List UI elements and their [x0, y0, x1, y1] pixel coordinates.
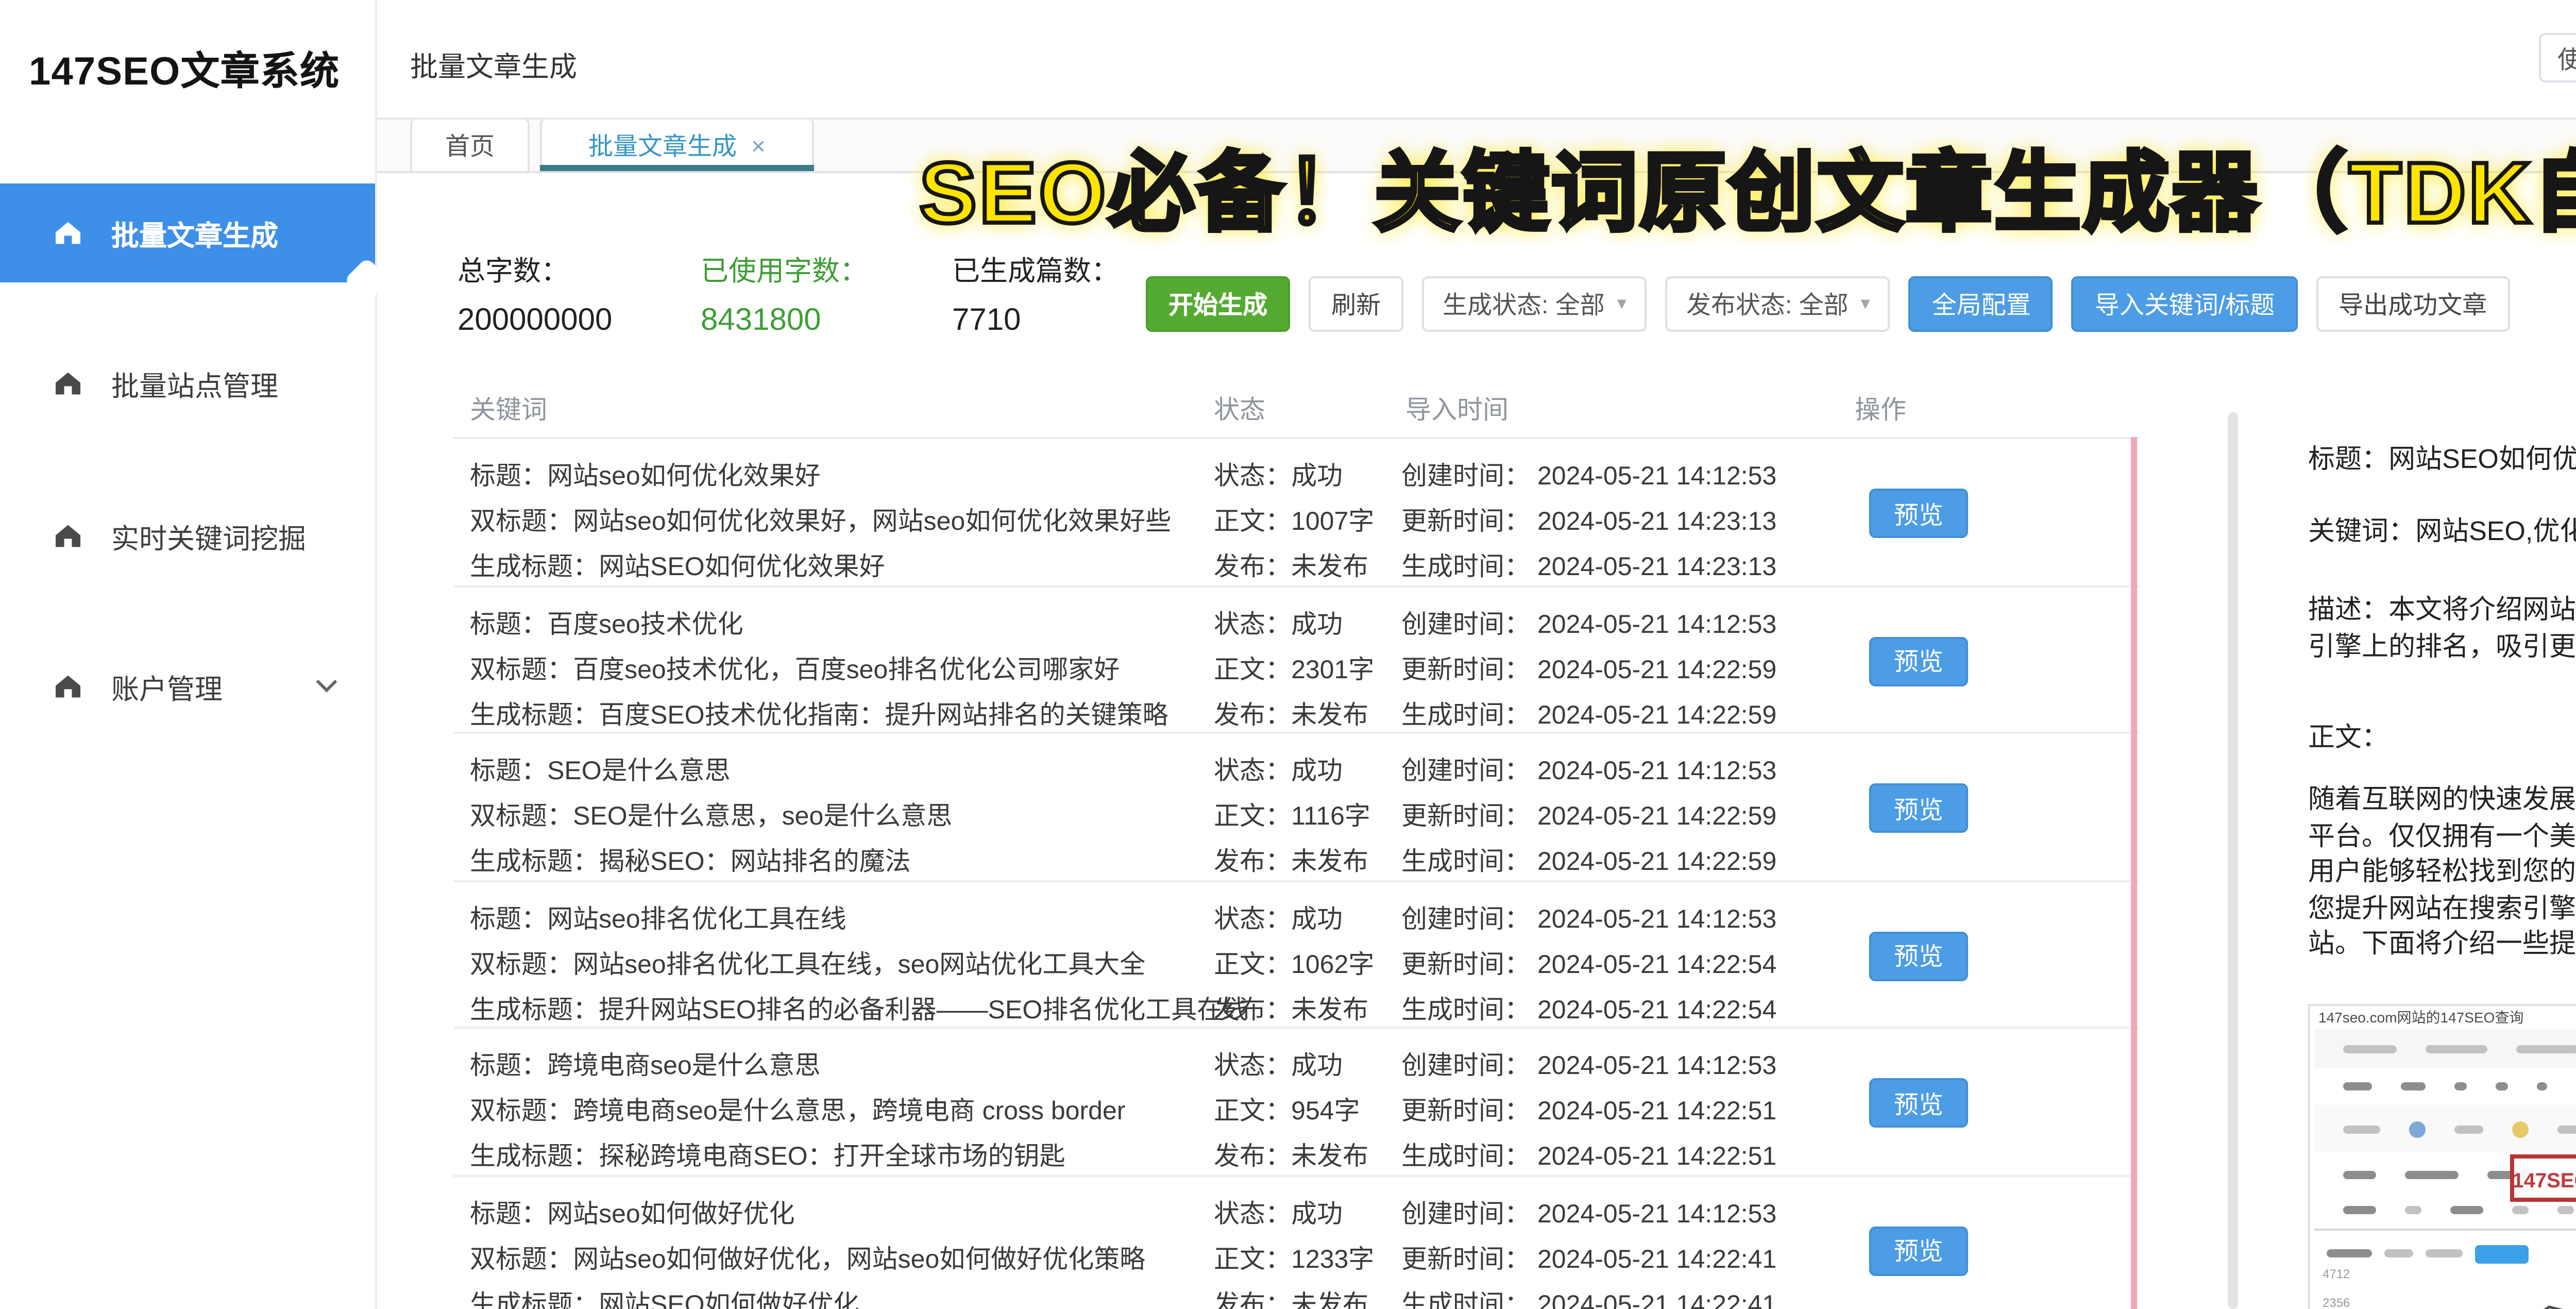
home-icon	[56, 675, 80, 698]
home-icon	[56, 525, 80, 547]
stat-value: 200000000	[457, 303, 613, 338]
start-generate-button[interactable]: 开始生成	[1146, 276, 1291, 332]
chart-tab-button[interactable]	[2475, 1244, 2529, 1263]
trend-chart-left	[2543, 1305, 2563, 1309]
home-icon	[56, 222, 80, 244]
preview-body-label: 正文：	[2308, 721, 2389, 752]
mini-metric-icons-row	[2314, 1105, 2576, 1152]
preview-title-line: 标题：网站SEO如何优化效果好	[2308, 443, 2576, 474]
col-header-status: 状态	[1214, 396, 1266, 425]
publish-status-select[interactable]: 发布状态: 全部 ▾	[1665, 276, 1891, 332]
tab-batch-article[interactable]: 批量文章生成 ×	[540, 118, 814, 171]
preview-button[interactable]: 预览	[1869, 783, 1968, 833]
table-row: 标题：网站seo如何做好优化 双标题：网站seo如何做好优化，网站seo如何做好…	[453, 1174, 2139, 1309]
sidebar: 147SEO文章系统 批量文章生成 批量站点管理 实时关键词挖掘 账户管理	[0, 0, 377, 1309]
toolbar: 开始生成 刷新 生成状态: 全部 ▾ 发布状态: 全部 ▾ 全局配置 导入关键词/标…	[1146, 276, 2510, 332]
app-window: 147SEO文章系统 批量文章生成 批量站点管理 实时关键词挖掘 账户管理 批量…	[0, 0, 2576, 1309]
preview-button[interactable]: 预览	[1869, 931, 1968, 980]
chart-header-left	[2327, 1243, 2529, 1264]
table-row: 标题：网站seo排名优化工具在线 双标题：网站seo排名优化工具在线，seo网站…	[453, 879, 2139, 1027]
import-keywords-button[interactable]: 导入关键词/标题	[2072, 276, 2298, 332]
sidebar-item-1[interactable]: 批量文章生成	[0, 183, 375, 282]
stat-label: 已使用字数：	[701, 256, 868, 287]
baidu-icon	[2409, 1120, 2426, 1137]
table-row: 标题：百度seo技术优化 双标题：百度seo技术优化，百度seo排名优化公司哪家…	[453, 584, 2139, 732]
sidebar-item-label: 实时关键词挖掘	[111, 524, 306, 555]
stat-label: 已生成篇数：	[952, 256, 1119, 287]
home-icon	[56, 372, 80, 395]
export-success-button[interactable]: 导出成功文章	[2316, 276, 2510, 332]
stat-generated-count: 已生成篇数： 7710	[952, 247, 1119, 338]
case-study-caption: 147seo.com网站的147SEO查询	[2318, 1012, 2524, 1027]
app-logo: 147SEO文章系统	[29, 52, 340, 95]
table-row: 标题：网站seo如何优化效果好 双标题：网站seo如何优化效果好，网站seo如何…	[453, 437, 2139, 584]
chevron-down-icon	[316, 679, 337, 693]
preview-button[interactable]: 预览	[1869, 1078, 1968, 1128]
sidebar-item-label: 批量站点管理	[111, 371, 278, 402]
divider	[2314, 1229, 2576, 1231]
tutorial-button[interactable]: 使用教程	[2539, 33, 2576, 82]
stat-used-words: 已使用字数： 8431800	[701, 247, 868, 338]
active-tab-underline	[540, 165, 814, 171]
sidebar-item-3[interactable]: 实时关键词挖掘	[0, 495, 375, 577]
stat-value: 8431800	[701, 303, 821, 338]
mini-table-values	[2314, 1070, 2576, 1101]
preview-button[interactable]: 预览	[1869, 636, 1968, 685]
sidebar-item-2[interactable]: 批量站点管理	[0, 342, 375, 425]
preview-button[interactable]: 预览	[1869, 489, 1968, 538]
tab-home-label: 首页	[445, 132, 495, 161]
sidebar-item-4[interactable]: 账户管理	[0, 645, 375, 728]
case-study-image: 147seo.com网站的147SEO查询 147SEO官网案例，收录和排名稳定…	[2308, 1004, 2576, 1309]
sogou-icon	[2512, 1120, 2529, 1137]
sidebar-item-label: 账户管理	[111, 674, 223, 705]
stat-value: 7710	[952, 303, 1021, 338]
stat-label: 总字数：	[457, 256, 569, 287]
preview-keywords-line: 关键词：网站SEO,优化效果,搜索引擎排名,流量,用户	[2308, 515, 2576, 546]
refresh-button[interactable]: 刷新	[1309, 276, 1404, 332]
tab-home[interactable]: 首页	[410, 118, 530, 171]
table-row: 标题：跨境电商seo是什么意思 双标题：跨境电商seo是什么意思，跨境电商 cr…	[453, 1027, 2139, 1174]
case-study-stamp: 147SEO官网案例，收录和排名稳定上升！	[2510, 1154, 2576, 1202]
mini-table-header	[2314, 1029, 2576, 1068]
top-header: 批量文章生成 使用教程 联系客服 65e4811dfb644f6	[375, 0, 2576, 120]
sidebar-item-label: 批量文章生成	[111, 221, 278, 251]
col-header-action: 操作	[1855, 396, 1907, 425]
preview-button[interactable]: 预览	[1869, 1226, 1968, 1275]
vertical-scrollbar[interactable]	[2228, 412, 2238, 1309]
table-right-divider	[2131, 437, 2137, 1309]
preview-body-text: 随着互联网的快速发展，网站已经成为企业展示产品和服务的重要平台。仅仅拥有一个美观…	[2308, 783, 2576, 959]
tab-bar: 首页 批量文章生成 ×	[375, 118, 2576, 173]
chevron-down-icon: ▾	[1617, 293, 1626, 313]
generate-status-select[interactable]: 生成状态: 全部 ▾	[1422, 276, 1647, 332]
close-tab-icon[interactable]: ×	[751, 131, 766, 160]
table-rows: 标题：网站seo如何优化效果好 双标题：网站seo如何优化效果好，网站seo如何…	[453, 437, 2139, 1309]
stat-total-words: 总字数： 200000000	[457, 247, 612, 338]
col-header-import-time: 导入时间	[1405, 396, 1509, 425]
breadcrumb: 批量文章生成	[410, 52, 577, 82]
chevron-down-icon: ▾	[1860, 293, 1870, 313]
global-config-button[interactable]: 全局配置	[1909, 276, 2054, 332]
col-header-keyword: 关键词	[470, 396, 548, 425]
preview-description-line: 描述：本文将介绍网站SEO的优化方法，帮助您提升网站在搜索引擎上的排名，吸引更多…	[2308, 594, 2576, 661]
table-row: 标题：SEO是什么意思 双标题：SEO是什么意思，seo是什么意思 生成标题：揭…	[453, 732, 2139, 879]
tab-batch-article-label: 批量文章生成	[588, 132, 737, 161]
